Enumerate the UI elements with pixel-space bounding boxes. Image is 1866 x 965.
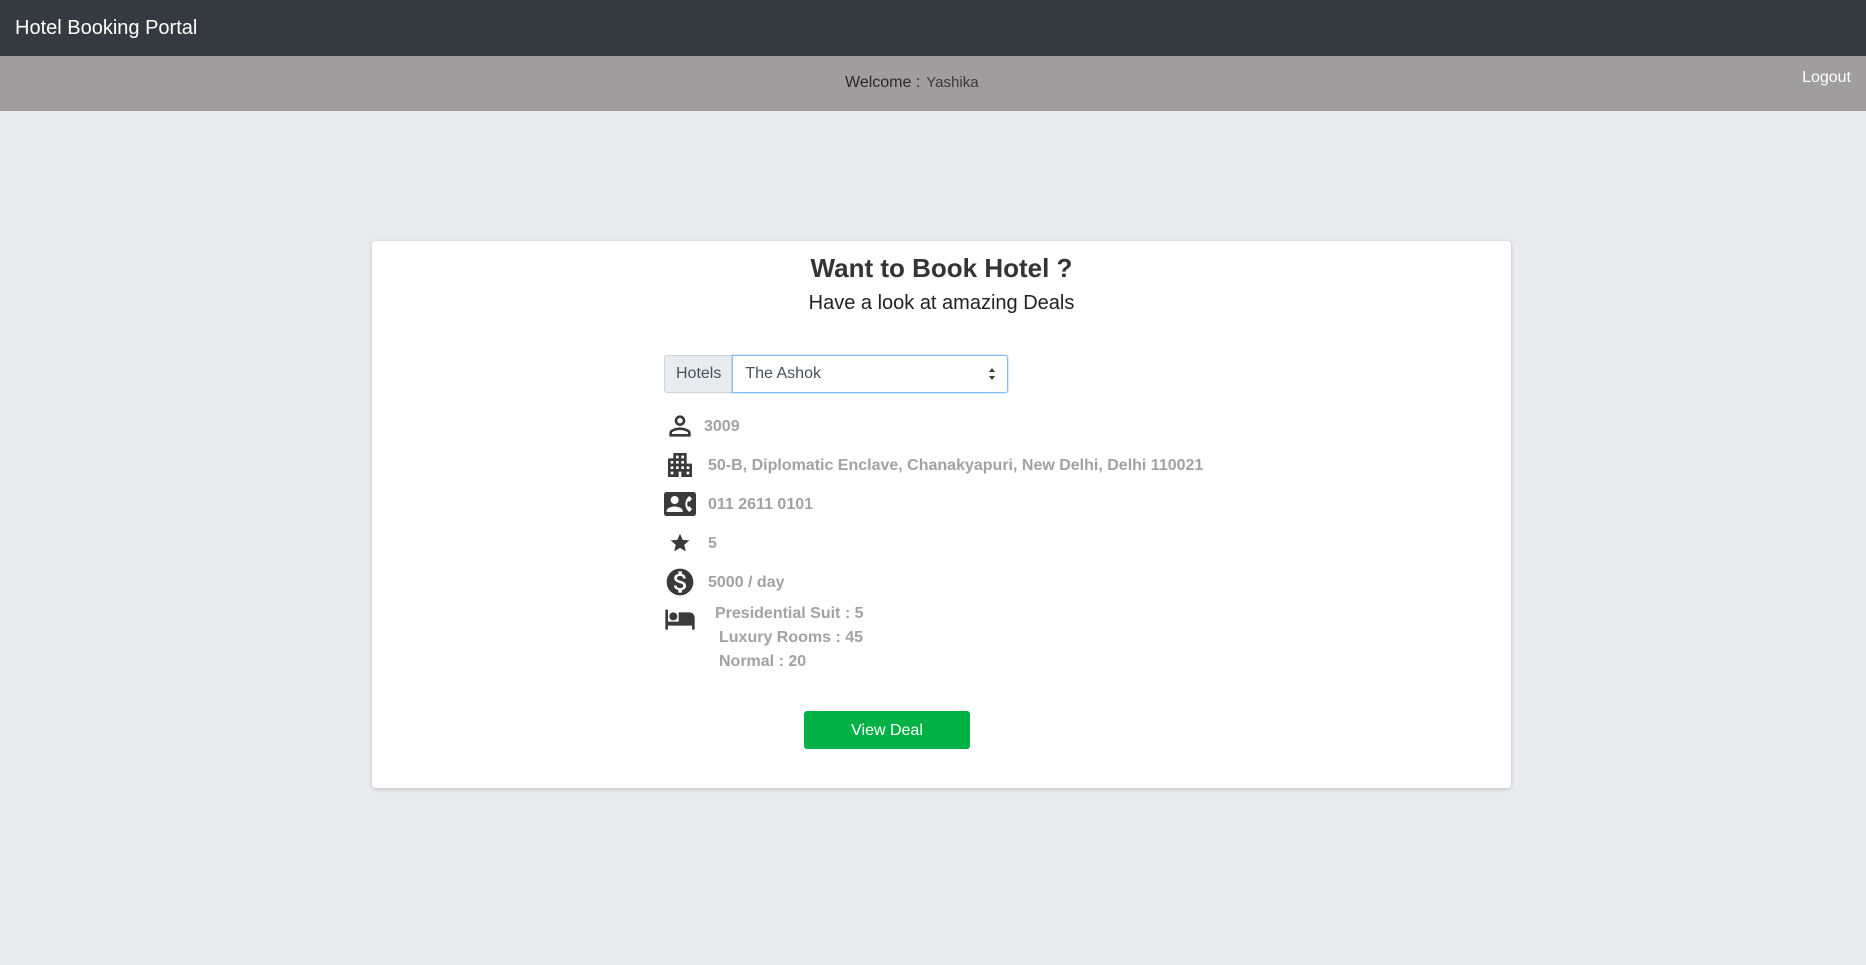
welcome-label: Welcome : — [845, 74, 921, 91]
person-icon — [669, 415, 691, 437]
room-type-presidential: Presidential Suit : 5 — [715, 605, 864, 622]
card-title: Want to Book Hotel ? — [810, 253, 1073, 283]
hotel-phone: 011 2611 0101 — [708, 496, 814, 513]
dollar-circle-icon — [666, 568, 694, 596]
card-subtitle: Have a look at amazing Deals — [808, 292, 1075, 314]
room-type-luxury: Luxury Rooms : 45 — [719, 629, 864, 646]
welcome-bar: Welcome : Yashika Logout — [0, 56, 1866, 111]
room-type-normal: Normal : 20 — [719, 653, 807, 670]
view-deal-button[interactable]: View Deal — [804, 711, 970, 749]
star-icon — [670, 533, 690, 552]
bed-icon — [665, 609, 695, 630]
hotel-price: 5000 / day — [708, 574, 785, 591]
room-types-list: Presidential Suit : 5 Luxury Rooms : 45 … — [715, 602, 863, 674]
hotel-select-group: Hotels The Ashok — [664, 355, 1009, 393]
contact-phone-icon — [664, 492, 696, 516]
welcome-message: Welcome : Yashika — [845, 73, 979, 93]
welcome-username: Yashika — [926, 74, 979, 91]
hotels-select-label: Hotels — [664, 355, 733, 393]
top-navbar: Hotel Booking Portal — [0, 0, 1866, 56]
hotel-select[interactable]: The Ashok — [732, 355, 1009, 393]
hotel-id: 3009 — [704, 418, 740, 435]
hotel-deal-card: Want to Book Hotel ? Have a look at amaz… — [372, 241, 1511, 788]
select-arrows-icon — [989, 368, 996, 380]
hotel-address: 50-B, Diplomatic Enclave, Chanakyapuri, … — [708, 457, 1204, 474]
hotel-rating: 5 — [708, 535, 717, 552]
hotel-select-value: The Ashok — [745, 365, 821, 382]
building-icon — [668, 453, 692, 477]
logout-link[interactable]: Logout — [1802, 68, 1851, 88]
brand-title[interactable]: Hotel Booking Portal — [15, 16, 197, 40]
